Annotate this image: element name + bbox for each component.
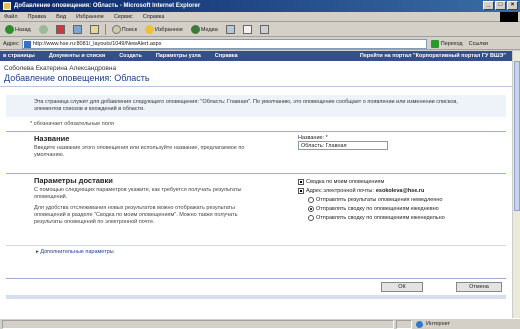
radio-weekly-label: Отправлять сводку по оповещениям еженеде… — [316, 214, 445, 221]
home-button[interactable] — [88, 24, 101, 36]
minimize-button[interactable]: _ — [483, 1, 494, 10]
favorites-button[interactable]: Избранное — [143, 24, 185, 36]
email-label: Адрес электронной почты: — [306, 187, 374, 194]
radio-daily[interactable] — [308, 205, 314, 212]
home-icon — [89, 25, 99, 34]
search-icon — [111, 25, 121, 34]
history-icon — [225, 25, 235, 34]
print-icon — [259, 25, 269, 34]
portal-nav: в страницы Документы и списки Создать Па… — [0, 51, 512, 61]
address-bar: Адрес http://www.hse.ru:8081/_layouts/10… — [0, 38, 520, 50]
menu-favorites[interactable]: Избранное — [76, 12, 104, 21]
summary-label: Сводка по моим оповещениям — [306, 178, 385, 185]
menu-view[interactable]: Вид — [56, 12, 66, 21]
nav-help[interactable]: Справка — [215, 51, 238, 61]
ok-button[interactable]: ОК — [381, 282, 423, 292]
radio-weekly-row[interactable]: Отправлять сводку по оповещениям еженеде… — [298, 213, 445, 222]
refresh-button[interactable] — [71, 24, 84, 36]
user-name: Соболева Екатерина Александровна — [4, 65, 117, 72]
name-heading: Название — [34, 134, 70, 143]
portal-link[interactable]: Перейти на портал "Корпоративный портал … — [360, 51, 512, 61]
security-zone: Интернет — [426, 321, 450, 327]
form-buttons: ОК Отмена — [6, 278, 506, 292]
back-arrow-icon — [5, 25, 14, 34]
stop-button[interactable] — [54, 24, 67, 36]
address-input[interactable]: http://www.hse.ru:8081/_layouts/1049/New… — [21, 38, 427, 49]
radio-daily-row[interactable]: Отправлять сводку по оповещениям ежеднев… — [298, 204, 445, 213]
menu-help[interactable]: Справка — [143, 12, 165, 21]
delivery-description-1: С помощью следующих параметров укажите, … — [34, 187, 242, 200]
email-value: esokoleva@hse.ru — [375, 187, 425, 194]
search-button[interactable]: Поиск — [110, 24, 139, 36]
name-section: Название Введите название этого оповещен… — [6, 131, 506, 169]
page-icon — [23, 40, 31, 48]
required-note: * обозначает обязательные поля — [30, 121, 114, 127]
maximize-button[interactable]: □ — [495, 1, 506, 10]
links-button[interactable]: Ссылки — [469, 41, 488, 47]
address-url: http://www.hse.ru:8081/_layouts/1049/New… — [32, 40, 162, 47]
footer-band — [6, 295, 506, 299]
extra-params-link[interactable]: ▸ Дополнительные параметры — [6, 245, 506, 255]
nav-pages[interactable]: в страницы — [3, 51, 35, 61]
delivery-section: Параметры доставки С помощью следующих п… — [6, 173, 506, 239]
vertical-scrollbar[interactable] — [512, 51, 520, 318]
email-checkbox[interactable] — [298, 187, 304, 194]
name-description: Введите название этого оповещения или ис… — [34, 145, 245, 158]
media-icon — [190, 25, 200, 34]
summary-checkbox-row[interactable]: Сводка по моим оповещениям — [298, 177, 445, 186]
menu-bar: Файл Правка Вид Избранное Сервис Справка — [0, 12, 520, 22]
radio-immediate-label: Отправлять результаты оповещения немедле… — [316, 196, 443, 203]
name-input[interactable]: Область: Главная — [298, 141, 388, 150]
nav-create[interactable]: Создать — [119, 51, 142, 61]
star-icon — [145, 25, 155, 34]
delivery-description-2: Для удобства отслеживания новых результа… — [34, 205, 238, 225]
mail-icon — [242, 25, 252, 34]
status-panel — [396, 320, 412, 329]
name-field-group: Название: * Область: Главная — [298, 135, 388, 150]
window-title: Добавление оповещения: Область - Microso… — [14, 3, 201, 9]
toolbar-separator — [104, 24, 106, 35]
close-button[interactable]: × — [507, 1, 518, 10]
media-button[interactable]: Медиа — [189, 24, 220, 36]
summary-checkbox[interactable] — [298, 178, 304, 185]
print-button[interactable] — [258, 24, 271, 36]
forward-arrow-icon — [38, 25, 48, 34]
windows-logo-icon — [500, 12, 518, 22]
address-label: Адрес — [3, 40, 19, 47]
window-controls: _ □ × — [483, 1, 518, 10]
refresh-icon — [72, 25, 82, 34]
mail-button[interactable] — [241, 24, 254, 36]
email-checkbox-row[interactable]: Адрес электронной почты: esokoleva@hse.r… — [298, 186, 445, 195]
cancel-button[interactable]: Отмена — [456, 282, 502, 292]
history-button[interactable] — [224, 24, 237, 36]
page-content: в страницы Документы и списки Создать Па… — [0, 51, 512, 318]
intro-text: Эта страница служит для добавления следу… — [6, 95, 506, 117]
radio-daily-label: Отправлять сводку по оповещениям ежеднев… — [316, 205, 439, 212]
radio-immediate-row[interactable]: Отправлять результаты оповещения немедле… — [298, 195, 445, 204]
menu-file[interactable]: Файл — [4, 12, 18, 21]
status-text-panel — [2, 320, 394, 329]
ie-page-icon — [3, 2, 11, 10]
forward-button[interactable] — [37, 24, 50, 36]
go-arrow-icon — [430, 39, 439, 48]
scroll-thumb[interactable] — [514, 61, 520, 211]
delivery-options: Сводка по моим оповещениям Адрес электро… — [298, 177, 445, 222]
radio-immediate[interactable] — [308, 196, 314, 203]
window-titlebar: Добавление оповещения: Область - Microso… — [0, 0, 520, 12]
page-title: Добавление оповещения: Область — [0, 73, 512, 87]
nav-site-settings[interactable]: Параметры узла — [156, 51, 201, 61]
go-button[interactable]: Переход — [430, 39, 463, 48]
radio-weekly[interactable] — [308, 214, 314, 221]
back-button[interactable]: Назад — [3, 24, 33, 36]
nav-documents-lists[interactable]: Документы и списки — [49, 51, 105, 61]
menu-edit[interactable]: Правка — [28, 12, 47, 21]
stop-icon — [55, 25, 65, 34]
menu-tools[interactable]: Сервис — [114, 12, 133, 21]
browser-toolbar: Назад Поиск Избранное Медиа — [0, 23, 520, 37]
status-bar: Интернет — [0, 318, 520, 329]
globe-icon — [416, 321, 423, 328]
